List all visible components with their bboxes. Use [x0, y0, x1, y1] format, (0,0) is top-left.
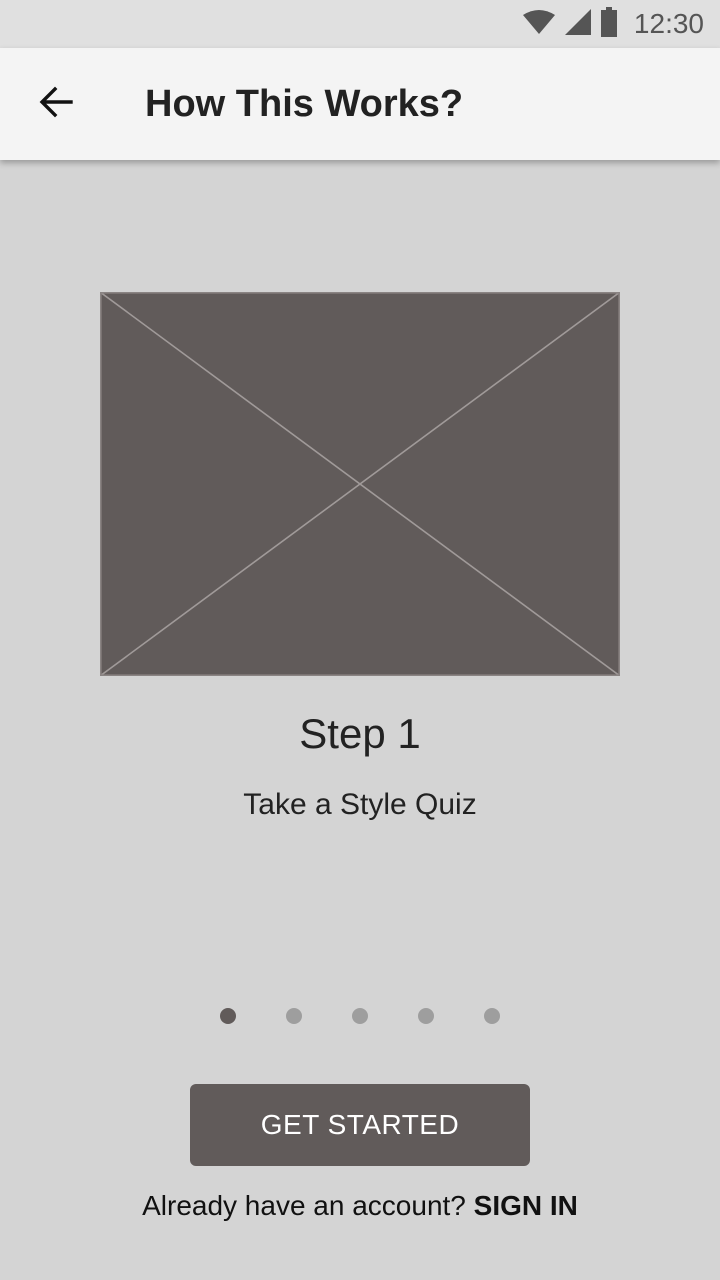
app-bar: How This Works? [0, 48, 720, 160]
status-bar: 12:30 [0, 0, 720, 48]
image-placeholder [100, 292, 620, 676]
page-title: How This Works? [145, 82, 464, 125]
page-indicator [0, 1006, 720, 1026]
arrow-left-icon [38, 84, 74, 125]
page-dot-4[interactable] [418, 1008, 434, 1024]
page-dot-1[interactable] [220, 1008, 236, 1024]
wifi-icon [522, 9, 556, 40]
signal-icon [564, 8, 592, 41]
page-dot-3[interactable] [352, 1008, 368, 1024]
sign-in-link[interactable]: SIGN IN [474, 1190, 578, 1221]
step-title: Step 1 [299, 710, 421, 757]
battery-icon [600, 6, 618, 42]
get-started-button[interactable]: GET STARTED [190, 1084, 530, 1166]
signin-prompt: Already have an account? SIGN IN [0, 1190, 720, 1222]
page-dot-2[interactable] [286, 1008, 302, 1024]
status-time: 12:30 [633, 8, 704, 39]
back-button[interactable] [0, 48, 112, 160]
signin-prompt-text: Already have an account? [142, 1190, 466, 1221]
page-dot-5[interactable] [484, 1008, 500, 1024]
step-description: Take a Style Quiz [243, 788, 477, 821]
